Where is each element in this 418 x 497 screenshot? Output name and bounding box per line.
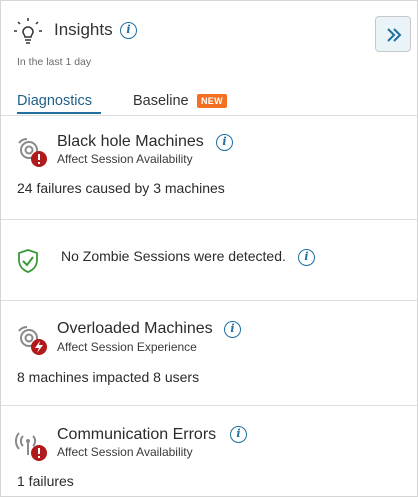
info-icon[interactable]: i [298,249,315,266]
new-badge: NEW [197,94,227,108]
tab-baseline[interactable]: Baseline [133,93,189,109]
info-icon[interactable]: i [216,134,233,151]
card-title: Overloaded Machines [57,320,213,337]
overloaded-machines-icon [18,326,47,355]
double-chevron-right-icon [387,28,402,42]
no-zombie-sessions-message: No Zombie Sessions were detected. [61,248,286,264]
card-detail: 24 failures caused by 3 machines [17,180,225,196]
tabs-divider [1,115,417,116]
card-detail: 1 failures [17,473,74,489]
communication-error-icon [15,432,47,461]
info-icon[interactable]: i [120,22,137,39]
info-icon[interactable]: i [230,426,247,443]
collapse-panel-button[interactable] [375,16,411,52]
card-divider [1,219,417,220]
card-subtitle: Affect Session Experience [57,340,197,354]
card-divider [1,300,417,301]
time-range-label: In the last 1 day [17,56,92,68]
shield-check-icon [18,249,38,273]
insights-tabs: Diagnostics Baseline NEW [1,89,417,115]
card-title: Black hole Machines [57,133,204,150]
tab-diagnostics[interactable]: Diagnostics [17,93,92,109]
active-tab-indicator [17,112,101,114]
card-detail: 8 machines impacted 8 users [17,369,200,385]
card-subtitle: Affect Session Availability [57,445,193,459]
card-subtitle: Affect Session Availability [57,152,193,166]
insights-header: Insights i In the last 1 day [1,1,417,77]
insights-panel: Insights i In the last 1 day Diagnostics… [0,0,418,497]
card-title: Communication Errors [57,426,217,443]
info-icon[interactable]: i [224,321,241,338]
page-title: Insights [54,20,113,39]
lightbulb-icon [14,18,42,44]
black-hole-machines-error-icon [18,138,47,167]
card-divider [1,405,417,406]
